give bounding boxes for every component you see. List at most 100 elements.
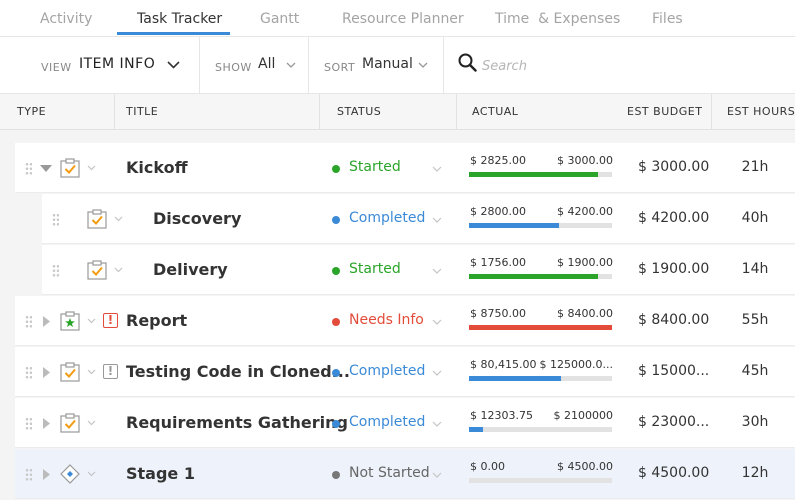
chevron-down-icon[interactable]: [432, 268, 442, 274]
table-row[interactable]: ! Testing Code in Cloned... Completed $ 80,…: [15, 347, 795, 397]
column-header-type[interactable]: TYPE: [17, 105, 46, 118]
tab-time-expenses[interactable]: Time & Expenses: [495, 11, 620, 27]
table-row[interactable]: Delivery Started $ 1756.00 $ 1900.00 $ 1900.…: [42, 245, 795, 295]
row-divider: [15, 498, 795, 499]
drag-handle-icon[interactable]: [25, 468, 32, 481]
table-header: TYPE TITLE STATUS ACTUAL EST BUDGET EST …: [0, 93, 795, 130]
table-row[interactable]: Discovery Completed $ 2800.00 $ 4200.00 $ 42…: [42, 194, 795, 244]
collapse-arrow-icon[interactable]: [40, 165, 52, 173]
progress-bar: [469, 223, 612, 228]
est-hours[interactable]: 30h: [735, 414, 775, 430]
toolbar-divider: [199, 37, 200, 93]
column-divider: [711, 94, 712, 130]
est-budget[interactable]: $ 4500.00: [638, 465, 709, 481]
est-budget[interactable]: $ 4200.00: [638, 210, 709, 226]
tab-gantt[interactable]: Gantt: [260, 11, 299, 27]
task-title[interactable]: Discovery: [153, 209, 241, 228]
status-dropdown[interactable]: Completed: [349, 414, 425, 430]
task-title[interactable]: Stage 1: [126, 464, 195, 483]
est-budget[interactable]: $ 23000...: [638, 414, 709, 430]
chevron-down-icon[interactable]: [432, 217, 442, 223]
task-title[interactable]: Requirements Gathering: [126, 413, 348, 432]
task-title[interactable]: Testing Code in Cloned...: [126, 362, 350, 381]
expand-arrow-icon[interactable]: [43, 316, 50, 327]
status-dot-icon: [332, 267, 340, 275]
search-input[interactable]: [480, 52, 784, 80]
status-dropdown[interactable]: Completed: [349, 210, 425, 226]
chevron-down-icon[interactable]: [432, 319, 442, 325]
column-header-est-budget[interactable]: EST BUDGET: [627, 105, 702, 118]
table-row[interactable]: Requirements Gathering Completed $ 12303.7…: [15, 398, 795, 448]
table-row[interactable]: Kickoff Started $ 2825.00 $ 3000.00 $ 3000.0…: [15, 143, 795, 193]
tab-resource-planner[interactable]: Resource Planner: [342, 11, 464, 27]
est-budget[interactable]: $ 15000...: [638, 363, 709, 379]
progress-bar-fill: [469, 223, 559, 228]
row-divider: [15, 447, 795, 448]
budget-amount: $ 4200.00: [557, 205, 613, 218]
task-title[interactable]: Delivery: [153, 260, 228, 279]
chevron-down-icon[interactable]: [286, 62, 296, 68]
drag-handle-icon[interactable]: [25, 162, 32, 175]
table-row[interactable]: ! Report Needs Info $ 8750.00 $ 8400.00 $ 840…: [15, 296, 795, 346]
est-hours[interactable]: 55h: [735, 312, 775, 328]
budget-amount: $ 2100000: [553, 409, 614, 422]
est-hours[interactable]: 12h: [735, 465, 775, 481]
est-hours[interactable]: 21h: [735, 159, 775, 175]
alert-icon: !: [103, 364, 118, 379]
drag-handle-icon[interactable]: [52, 213, 59, 226]
tab-files[interactable]: Files: [652, 11, 683, 27]
task-icon: [60, 362, 80, 382]
est-hours[interactable]: 40h: [735, 210, 775, 226]
drag-handle-icon[interactable]: [25, 366, 32, 379]
chevron-down-icon[interactable]: [114, 216, 123, 222]
chevron-down-icon[interactable]: [87, 420, 96, 426]
chevron-down-icon[interactable]: [87, 471, 96, 477]
chevron-down-icon[interactable]: [87, 165, 96, 171]
search-icon[interactable]: [458, 53, 477, 72]
drag-handle-icon[interactable]: [52, 264, 59, 277]
task-table-body: Kickoff Started $ 2825.00 $ 3000.00 $ 3000.0…: [0, 130, 795, 500]
chevron-down-icon[interactable]: [114, 267, 123, 273]
chevron-down-icon[interactable]: [432, 370, 442, 376]
chevron-down-icon[interactable]: [87, 318, 96, 324]
tab-task-tracker[interactable]: Task Tracker: [137, 11, 222, 27]
est-budget[interactable]: $ 3000.00: [638, 159, 709, 175]
table-row[interactable]: Stage 1 Not Started $ 0.00 $ 4500.00 $ 4500.…: [15, 449, 795, 499]
task-title[interactable]: Report: [126, 311, 187, 330]
drag-handle-icon[interactable]: [25, 315, 32, 328]
tab-activity[interactable]: Activity: [40, 11, 92, 27]
chevron-down-icon[interactable]: [167, 61, 180, 69]
est-budget[interactable]: $ 8400.00: [638, 312, 709, 328]
progress-bar: [469, 376, 612, 381]
expand-arrow-icon[interactable]: [43, 367, 50, 378]
status-dropdown[interactable]: Not Started: [349, 465, 430, 481]
est-hours[interactable]: 14h: [735, 261, 775, 277]
stage-diamond-icon: [60, 464, 80, 484]
progress-bar-fill: [469, 325, 612, 330]
expand-arrow-icon[interactable]: [43, 469, 50, 480]
drag-handle-icon[interactable]: [25, 417, 32, 430]
expand-arrow-icon[interactable]: [43, 418, 50, 429]
chevron-down-icon[interactable]: [432, 166, 442, 172]
est-hours[interactable]: 45h: [735, 363, 775, 379]
row-divider: [42, 294, 795, 295]
column-header-actual[interactable]: ACTUAL: [472, 105, 518, 118]
column-header-status[interactable]: STATUS: [337, 105, 381, 118]
chevron-down-icon[interactable]: [432, 472, 442, 478]
est-budget[interactable]: $ 1900.00: [638, 261, 709, 277]
status-dropdown[interactable]: Completed: [349, 363, 425, 379]
status-dropdown[interactable]: Started: [349, 159, 401, 175]
chevron-down-icon[interactable]: [432, 421, 442, 427]
task-title[interactable]: Kickoff: [126, 158, 188, 177]
status-dropdown[interactable]: Needs Info: [349, 312, 424, 328]
view-dropdown[interactable]: ITEM INFO: [79, 56, 155, 72]
sort-dropdown[interactable]: Manual: [362, 56, 413, 72]
show-dropdown[interactable]: All: [258, 56, 275, 72]
chevron-down-icon[interactable]: [418, 62, 428, 68]
column-header-est-hours[interactable]: EST HOURS: [727, 105, 795, 118]
toolbar-divider: [308, 37, 309, 93]
status-dropdown[interactable]: Started: [349, 261, 401, 277]
progress-bar-fill: [469, 427, 483, 432]
column-header-title[interactable]: TITLE: [126, 105, 158, 118]
chevron-down-icon[interactable]: [87, 369, 96, 375]
